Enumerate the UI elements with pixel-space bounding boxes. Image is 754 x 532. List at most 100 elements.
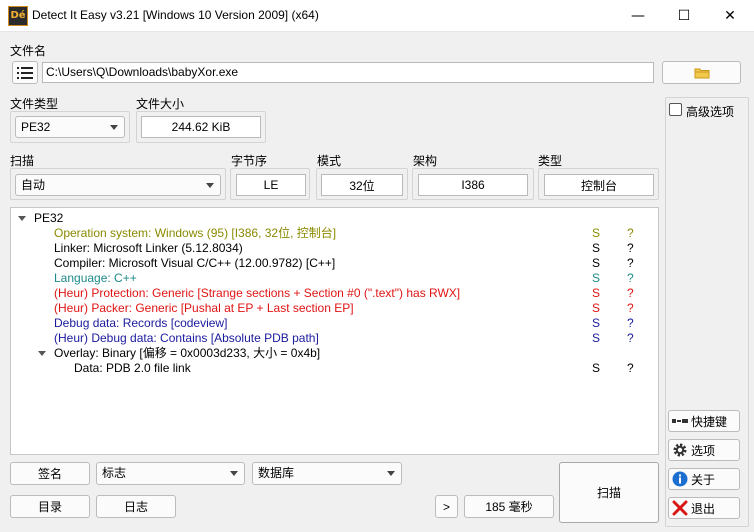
result-row[interactable]: Compiler: Microsoft Visual C/C++ (12.00.…	[11, 256, 658, 271]
file-path-input[interactable]: C:\Users\Q\Downloads\babyXor.exe	[42, 62, 654, 83]
result-row[interactable]: Overlay: Binary [偏移 = 0x0003d233, 大小 = 0…	[11, 346, 658, 361]
result-text: Linker: Microsoft Linker (5.12.8034)	[54, 241, 243, 255]
flags-select[interactable]: 标志	[96, 462, 245, 485]
expand-arrow-icon[interactable]	[18, 216, 26, 221]
result-row[interactable]: PE32	[11, 211, 658, 226]
about-label: 关于	[691, 472, 716, 487]
about-button[interactable]: 关于	[668, 468, 740, 490]
results-tree[interactable]: PE32 Operation system: Windows (95) [I386…	[10, 207, 659, 455]
result-text: Operation system: Windows (95) [I386, 32…	[54, 226, 337, 240]
mode-value: 32位	[321, 174, 403, 196]
chevron-down-icon	[206, 183, 214, 188]
database-value: 数据库	[258, 466, 295, 480]
list-icon	[17, 66, 33, 79]
info-flag[interactable]: ?	[627, 226, 634, 241]
chevron-down-icon	[387, 471, 395, 476]
close-button[interactable]: ✕	[707, 0, 753, 32]
arch-label: 架构	[413, 154, 438, 168]
result-row[interactable]: Data: PDB 2.0 file link S?	[11, 361, 658, 376]
open-file-button[interactable]	[662, 61, 741, 84]
more-button[interactable]: >	[435, 495, 458, 518]
info-flag[interactable]: ?	[627, 271, 634, 286]
scan-label: 扫描	[10, 154, 35, 168]
file-size-label: 文件大小	[136, 97, 185, 111]
file-name-label: 文件名	[10, 44, 47, 58]
result-row[interactable]: Linker: Microsoft Linker (5.12.8034) S?	[11, 241, 658, 256]
database-select[interactable]: 数据库	[252, 462, 402, 485]
menu-button[interactable]	[12, 61, 38, 84]
shortcuts-label: 快捷键	[691, 414, 728, 429]
file-type-value: PE32	[21, 120, 51, 134]
file-type-select[interactable]: PE32	[15, 116, 125, 138]
result-row[interactable]: (Heur) Debug data: Contains [Absolute PD…	[11, 331, 658, 346]
info-flag[interactable]: ?	[627, 316, 634, 331]
type-label: 类型	[538, 154, 563, 168]
keyboard-icon	[672, 419, 688, 423]
maximize-button[interactable]: ☐	[661, 0, 707, 32]
info-flag[interactable]: ?	[627, 286, 634, 301]
result-row[interactable]: (Heur) Packer: Generic [Pushal at EP + L…	[11, 301, 658, 316]
result-row[interactable]: Language: C++ S?	[11, 271, 658, 286]
flags-value: 标志	[102, 466, 127, 480]
info-flag[interactable]: ?	[627, 256, 634, 271]
result-text: Data: PDB 2.0 file link	[74, 361, 191, 375]
advanced-label: 高级选项	[686, 105, 735, 119]
scan-mode-value: 自动	[21, 178, 46, 192]
result-row[interactable]: Operation system: Windows (95) [I386, 32…	[11, 226, 658, 241]
close-icon	[672, 500, 688, 516]
log-button[interactable]: 日志	[96, 495, 176, 518]
info-flag[interactable]: ?	[627, 301, 634, 316]
result-text: Language: C++	[54, 271, 137, 285]
endianness-value: LE	[236, 174, 306, 196]
result-text: Debug data: Records [codeview]	[54, 316, 228, 330]
elapsed-time: 185 毫秒	[464, 495, 554, 518]
shortcuts-button[interactable]: 快捷键	[668, 410, 740, 432]
chevron-down-icon	[230, 471, 238, 476]
minimize-button[interactable]: —	[615, 0, 661, 32]
info-flag[interactable]: ?	[627, 331, 634, 346]
chevron-down-icon	[110, 125, 118, 130]
signature-flag[interactable]: S	[592, 316, 600, 331]
gear-icon	[673, 443, 687, 457]
result-text: Compiler: Microsoft Visual C/C++ (12.00.…	[54, 256, 336, 270]
result-text: Overlay: Binary [偏移 = 0x0003d233, 大小 = 0…	[54, 346, 321, 360]
window-title: Detect It Easy v3.21 [Windows 10 Version…	[32, 8, 319, 22]
arch-value: I386	[418, 174, 528, 196]
scan-button[interactable]: 扫描	[559, 462, 659, 523]
title-bar: Dé Detect It Easy v3.21 [Windows 10 Vers…	[0, 0, 754, 32]
type-value: 控制台	[544, 174, 654, 196]
scan-mode-select[interactable]: 自动	[15, 174, 221, 196]
options-label: 选项	[691, 443, 716, 458]
result-row[interactable]: Debug data: Records [codeview] S?	[11, 316, 658, 331]
result-text: (Heur) Protection: Generic [Strange sect…	[54, 286, 461, 300]
signature-flag[interactable]: S	[592, 226, 600, 241]
exit-button[interactable]: 退出	[668, 497, 740, 519]
signature-flag[interactable]: S	[592, 241, 600, 256]
signature-flag[interactable]: S	[592, 256, 600, 271]
endianness-label: 字节序	[231, 154, 268, 168]
directory-button[interactable]: 目录	[10, 495, 90, 518]
folder-icon	[694, 68, 709, 78]
signature-flag[interactable]: S	[592, 301, 600, 316]
signature-flag[interactable]: S	[592, 361, 600, 376]
signature-flag[interactable]: S	[592, 286, 600, 301]
advanced-checkbox[interactable]	[669, 103, 682, 116]
file-type-label: 文件类型	[10, 97, 59, 111]
signature-flag[interactable]: S	[592, 331, 600, 346]
result-text: (Heur) Packer: Generic [Pushal at EP + L…	[54, 301, 354, 315]
app-logo-icon: Dé	[8, 6, 28, 26]
signature-button[interactable]: 签名	[10, 462, 90, 485]
info-flag[interactable]: ?	[627, 361, 634, 376]
result-text: (Heur) Debug data: Contains [Absolute PD…	[54, 331, 319, 345]
file-size-value: 244.62 KiB	[141, 116, 261, 138]
info-flag[interactable]: ?	[627, 241, 634, 256]
signature-flag[interactable]: S	[592, 271, 600, 286]
result-text: PE32	[34, 211, 64, 225]
exit-label: 退出	[691, 501, 716, 516]
options-panel	[665, 97, 749, 527]
info-icon	[672, 471, 688, 487]
expand-arrow-icon[interactable]	[38, 351, 46, 356]
options-button[interactable]: 选项	[668, 439, 740, 461]
mode-label: 模式	[317, 154, 342, 168]
result-row[interactable]: (Heur) Protection: Generic [Strange sect…	[11, 286, 658, 301]
